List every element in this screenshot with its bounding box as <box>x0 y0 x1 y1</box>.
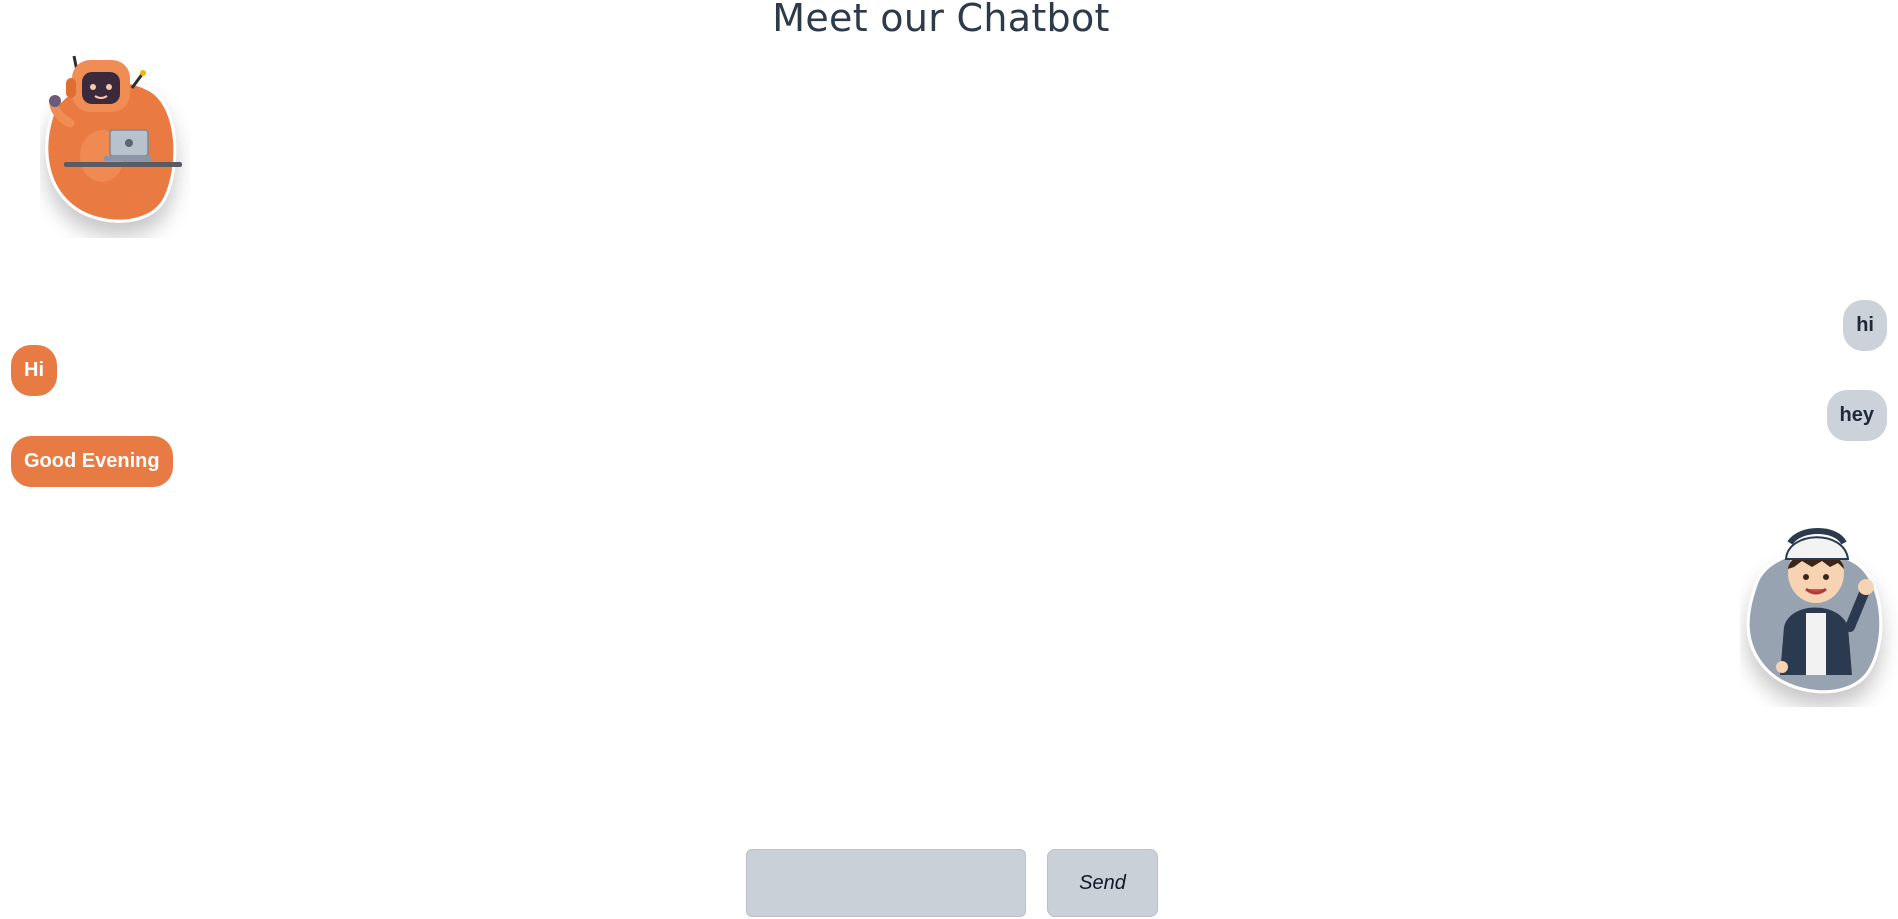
waving-boy-with-cap-icon <box>1746 528 1883 694</box>
robot-with-laptop-icon <box>45 55 182 223</box>
bot-message-bubble: Hi <box>11 345 57 396</box>
chat-page: Meet our Chatbot Hi Good Evening hi hey … <box>0 0 1898 919</box>
page-title: Meet our Chatbot <box>772 0 1110 40</box>
user-message-bubble: hi <box>1843 300 1887 351</box>
message-input[interactable] <box>746 849 1026 917</box>
send-button[interactable]: Send <box>1047 849 1158 917</box>
user-message-bubble: hey <box>1826 390 1887 441</box>
bot-avatar <box>40 48 190 238</box>
user-avatar <box>1740 497 1898 707</box>
bot-message-bubble: Good Evening <box>11 436 173 487</box>
